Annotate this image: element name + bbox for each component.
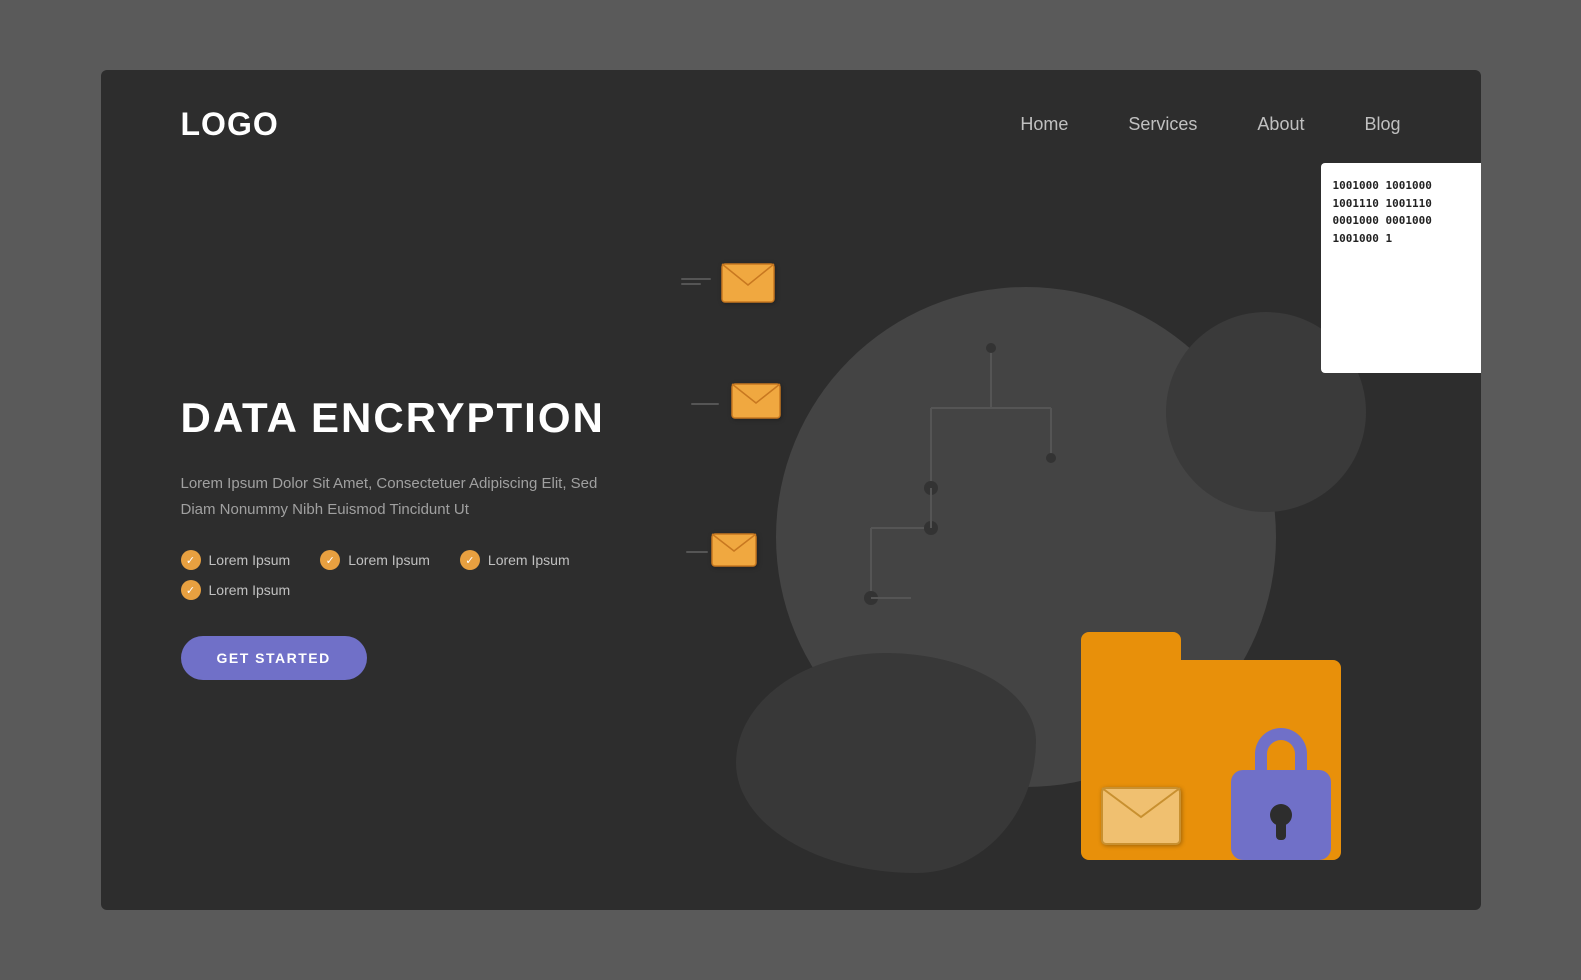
check-item-3: ✓ Lorem Ipsum bbox=[460, 550, 570, 570]
page-container: LOGO Home Services About Blog DATA ENCRY… bbox=[101, 70, 1481, 910]
lock-body bbox=[1231, 770, 1331, 860]
folder-body bbox=[1081, 660, 1341, 860]
speed-line-1 bbox=[681, 278, 711, 280]
check-icon-3: ✓ bbox=[460, 550, 480, 570]
nav-about[interactable]: About bbox=[1257, 114, 1304, 135]
nav-services[interactable]: Services bbox=[1128, 114, 1197, 135]
checklist: ✓ Lorem Ipsum ✓ Lorem Ipsum ✓ Lorem Ipsu… bbox=[181, 550, 701, 600]
folder bbox=[1081, 660, 1341, 860]
check-icon-1: ✓ bbox=[181, 550, 201, 570]
check-item-4: ✓ Lorem Ipsum bbox=[181, 580, 291, 600]
padlock bbox=[1231, 770, 1331, 860]
main-content: DATA ENCRYPTION Lorem Ipsum Dolor Sit Am… bbox=[101, 163, 1481, 910]
check-label-3: Lorem Ipsum bbox=[488, 552, 570, 568]
check-label-4: Lorem Ipsum bbox=[209, 582, 291, 598]
page-headline: DATA ENCRYPTION bbox=[181, 393, 701, 443]
check-icon-4: ✓ bbox=[181, 580, 201, 600]
logo: LOGO bbox=[181, 106, 279, 143]
envelope-3 bbox=[711, 533, 757, 572]
lock-keyhole-icon bbox=[1270, 804, 1292, 826]
nav: Home Services About Blog bbox=[1020, 114, 1400, 135]
nav-blog[interactable]: Blog bbox=[1364, 114, 1400, 135]
check-item-2: ✓ Lorem Ipsum bbox=[320, 550, 430, 570]
envelope-folder bbox=[1101, 787, 1181, 850]
folder-tab bbox=[1081, 632, 1181, 662]
document-front: 1001000 1001000 1001110 1001110 0001000 … bbox=[1321, 163, 1481, 373]
envelope-1 bbox=[721, 263, 775, 308]
left-content: DATA ENCRYPTION Lorem Ipsum Dolor Sit Am… bbox=[181, 393, 701, 680]
speed-line-2 bbox=[681, 283, 701, 285]
get-started-button[interactable]: GET STARTED bbox=[181, 636, 367, 680]
nav-home[interactable]: Home bbox=[1020, 114, 1068, 135]
check-item-1: ✓ Lorem Ipsum bbox=[181, 550, 291, 570]
check-icon-2: ✓ bbox=[320, 550, 340, 570]
page-description: Lorem Ipsum Dolor Sit Amet, Consectetuer… bbox=[181, 471, 621, 522]
check-label-2: Lorem Ipsum bbox=[348, 552, 430, 568]
header: LOGO Home Services About Blog bbox=[101, 70, 1481, 163]
check-label-1: Lorem Ipsum bbox=[209, 552, 291, 568]
envelope-2 bbox=[731, 383, 781, 424]
right-illustration: 1001000 1001000 1001110 1001110 1001000 … bbox=[701, 163, 1401, 910]
binary-front: 1001000 1001000 1001110 1001110 0001000 … bbox=[1333, 177, 1481, 247]
